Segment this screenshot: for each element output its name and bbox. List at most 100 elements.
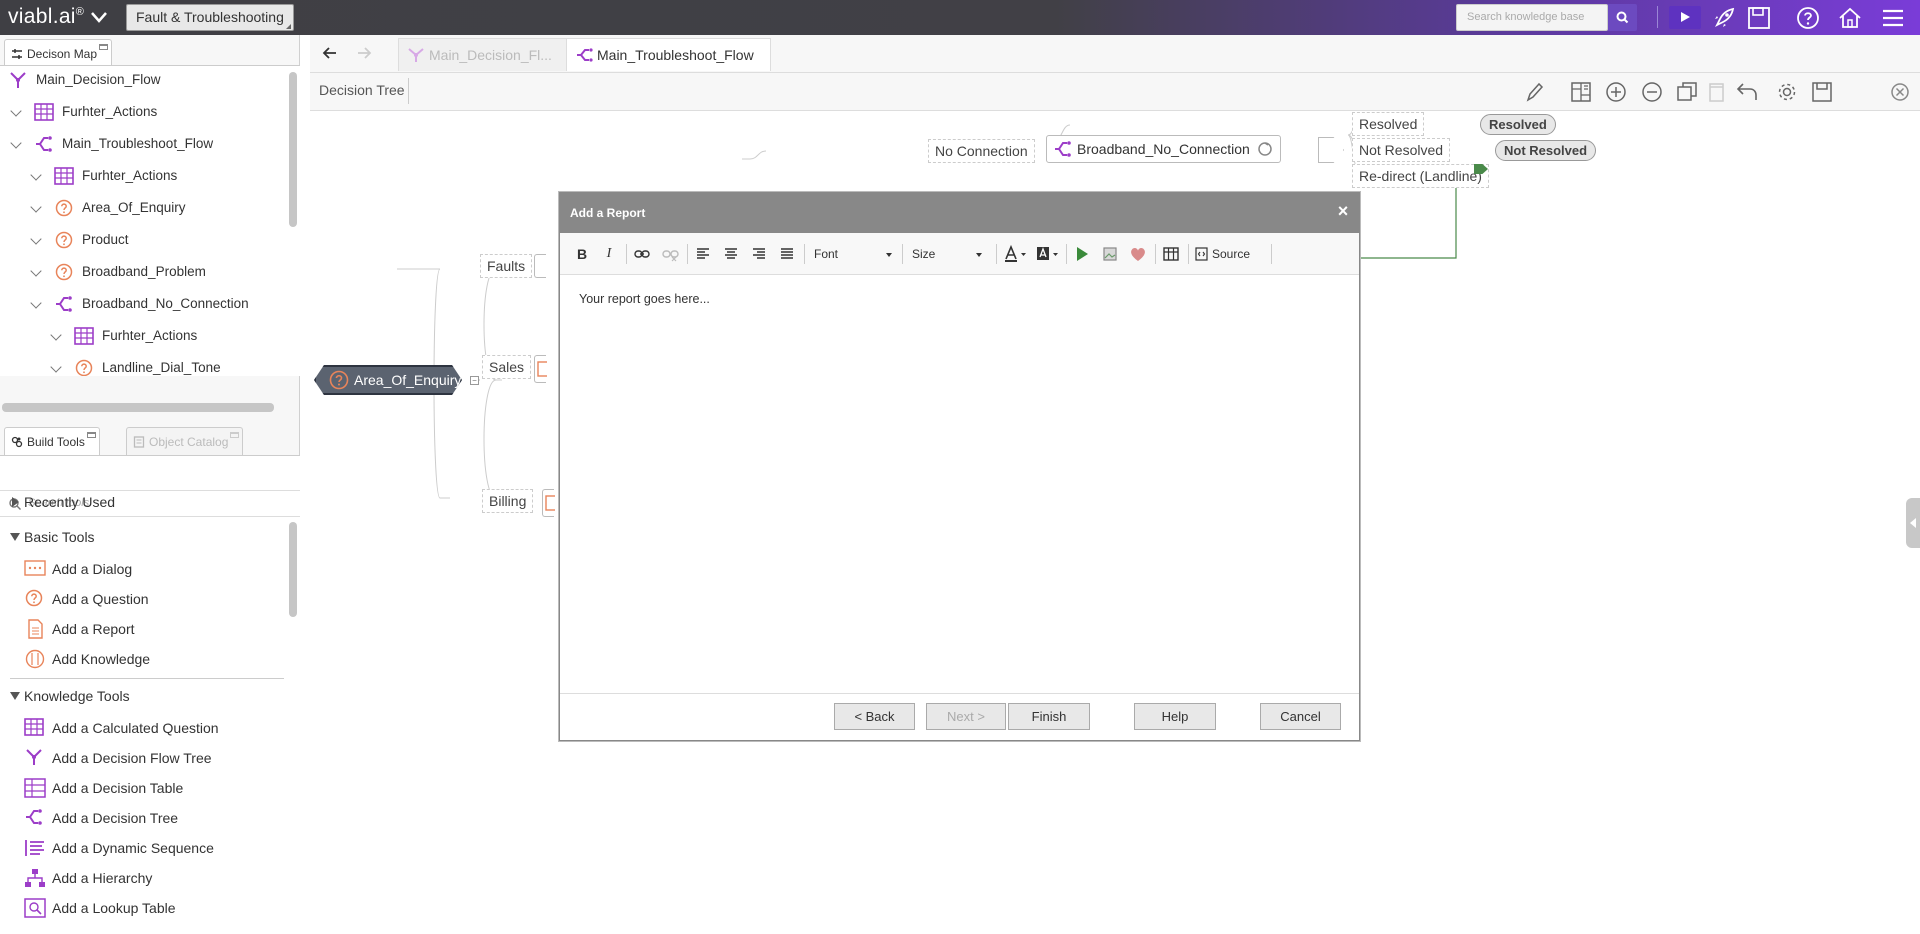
pin-icon[interactable] xyxy=(230,432,240,438)
image-icon[interactable] xyxy=(1100,244,1120,264)
report-editor[interactable]: Your report goes here... xyxy=(560,276,1359,694)
app-logo[interactable]: viabl.ai® xyxy=(8,5,108,29)
tab-build-tools[interactable]: Build Tools xyxy=(4,427,100,455)
source-button[interactable]: Source xyxy=(1194,244,1250,264)
tab-object-catalog[interactable]: Object Catalog xyxy=(126,427,244,455)
tool-item[interactable]: Add Knowledge xyxy=(24,646,150,672)
pin-icon[interactable] xyxy=(86,432,96,438)
pin-icon[interactable] xyxy=(99,44,109,50)
chevron-down-icon[interactable] xyxy=(30,233,42,245)
refresh-icon[interactable] xyxy=(1257,141,1273,157)
tab-decision-map[interactable]: Decison Map xyxy=(4,39,113,67)
copy-icon[interactable] xyxy=(1675,81,1699,103)
faults-target-node[interactable] xyxy=(534,254,546,278)
tool-item[interactable]: Add a Dynamic Sequence xyxy=(24,835,214,861)
help-button[interactable]: Help xyxy=(1134,703,1216,730)
undo-icon[interactable] xyxy=(1735,81,1759,103)
paste-icon[interactable] xyxy=(1705,81,1729,103)
tool-item[interactable]: Add a Lookup Table xyxy=(24,895,176,921)
back-arrow-icon[interactable] xyxy=(322,45,338,61)
tool-item[interactable]: Add a Decision Flow Tree xyxy=(24,745,212,771)
menu-icon[interactable] xyxy=(1880,5,1906,31)
chevron-down-icon[interactable] xyxy=(30,297,42,309)
chevron-down-icon[interactable] xyxy=(30,169,42,181)
collapse-node-icon[interactable]: − xyxy=(470,376,479,385)
forward-arrow-icon[interactable] xyxy=(356,45,372,61)
pencil-icon[interactable] xyxy=(1522,81,1546,103)
kb-dropdown-icon xyxy=(285,24,291,29)
save-diagram-icon[interactable] xyxy=(1810,81,1834,103)
close-view-icon[interactable] xyxy=(1888,81,1912,103)
tree-horizontal-scrollbar[interactable] xyxy=(2,403,274,412)
zoom-in-icon[interactable] xyxy=(1604,81,1628,103)
outcome-label-resolved[interactable]: Resolved xyxy=(1352,112,1425,136)
tool-item[interactable]: Add a Dialog xyxy=(24,556,132,582)
size-dropdown[interactable]: Size xyxy=(906,243,988,265)
tree-vertical-scrollbar[interactable] xyxy=(289,72,297,227)
chevron-down-icon[interactable] xyxy=(10,105,22,117)
chevron-down-icon[interactable] xyxy=(30,265,42,277)
tool-item[interactable]: Add a Calculated Question xyxy=(24,715,219,741)
knowledge-base-selector[interactable]: Fault & Troubleshooting xyxy=(126,4,294,31)
tool-item[interactable]: Add a Question xyxy=(24,586,149,612)
background-color-icon[interactable] xyxy=(1034,244,1062,264)
rocket-icon[interactable] xyxy=(1711,5,1737,31)
align-center-icon[interactable] xyxy=(721,244,741,264)
branch-label-no-connection[interactable]: No Connection xyxy=(928,139,1035,163)
italic-button[interactable]: I xyxy=(599,244,619,264)
link-icon[interactable] xyxy=(632,244,652,264)
section-basic-tools[interactable]: Basic Tools xyxy=(10,525,95,549)
section-recently-used[interactable]: Recently Used xyxy=(10,490,115,514)
finish-button[interactable]: Finish xyxy=(1008,703,1090,730)
cancel-button[interactable]: Cancel xyxy=(1260,703,1341,730)
tool-item[interactable]: Add a Decision Table xyxy=(24,775,183,801)
layout-icon[interactable] xyxy=(1569,81,1593,103)
outcome-pill-resolved[interactable]: Resolved xyxy=(1480,114,1556,135)
run-button[interactable] xyxy=(1669,6,1701,29)
help-icon[interactable] xyxy=(1795,5,1821,31)
back-button[interactable]: < Back xyxy=(834,703,915,730)
outcome-label-redirect-landline[interactable]: Re-direct (Landline) xyxy=(1352,164,1489,188)
node-broadband-no-connection[interactable]: Broadband_No_Connection xyxy=(1046,135,1281,163)
branch-label-faults[interactable]: Faults xyxy=(480,254,533,278)
tool-item[interactable]: Add a Report xyxy=(24,616,135,642)
kb-search-input[interactable]: Search knowledge base xyxy=(1456,4,1608,31)
bold-button[interactable]: B xyxy=(572,244,592,264)
home-icon[interactable] xyxy=(1837,5,1863,31)
right-panel-toggle[interactable] xyxy=(1906,498,1920,548)
align-right-icon[interactable] xyxy=(749,244,769,264)
sales-target-node[interactable] xyxy=(534,355,547,383)
tab-main-decision-flow[interactable]: Main_Decision_Fl... xyxy=(398,38,569,71)
root-node-area-of-enquiry[interactable]: Area_Of_Enquiry xyxy=(314,365,462,395)
billing-target-node[interactable] xyxy=(542,489,555,517)
chevron-down-icon[interactable] xyxy=(10,137,22,149)
table-icon[interactable] xyxy=(1161,244,1181,264)
decision-tree-icon xyxy=(577,48,593,62)
align-justify-icon[interactable] xyxy=(777,244,797,264)
heart-icon[interactable] xyxy=(1128,244,1148,264)
font-dropdown[interactable]: Font xyxy=(808,243,898,265)
settings-gear-icon[interactable] xyxy=(1775,81,1799,103)
play-media-icon[interactable] xyxy=(1072,244,1092,264)
chevron-down-icon[interactable] xyxy=(50,361,62,373)
outcome-label-not-resolved[interactable]: Not Resolved xyxy=(1352,138,1451,162)
text-color-icon[interactable] xyxy=(1002,244,1030,264)
tool-item-label: Add a Dynamic Sequence xyxy=(52,840,214,856)
tool-item[interactable]: Add a Decision Tree xyxy=(24,805,178,831)
close-icon[interactable]: × xyxy=(1335,202,1351,220)
save-icon[interactable] xyxy=(1746,5,1772,31)
tools-vertical-scrollbar[interactable] xyxy=(289,522,297,617)
align-left-icon[interactable] xyxy=(693,244,713,264)
unlink-icon[interactable] xyxy=(660,244,680,264)
chevron-down-icon[interactable] xyxy=(30,201,42,213)
zoom-out-icon[interactable] xyxy=(1640,81,1664,103)
outcome-pill-not-resolved[interactable]: Not Resolved xyxy=(1495,140,1597,161)
search-button[interactable] xyxy=(1608,4,1637,31)
tab-main-troubleshoot-flow[interactable]: Main_Troubleshoot_Flow xyxy=(566,38,771,71)
section-knowledge-tools[interactable]: Knowledge Tools xyxy=(10,684,130,708)
chevron-down-icon[interactable] xyxy=(50,329,62,341)
next-button[interactable]: Next > xyxy=(926,703,1006,730)
branch-label-billing[interactable]: Billing xyxy=(482,489,534,513)
tool-item[interactable]: Add a Hierarchy xyxy=(24,865,152,891)
branch-label-sales[interactable]: Sales xyxy=(482,355,532,379)
